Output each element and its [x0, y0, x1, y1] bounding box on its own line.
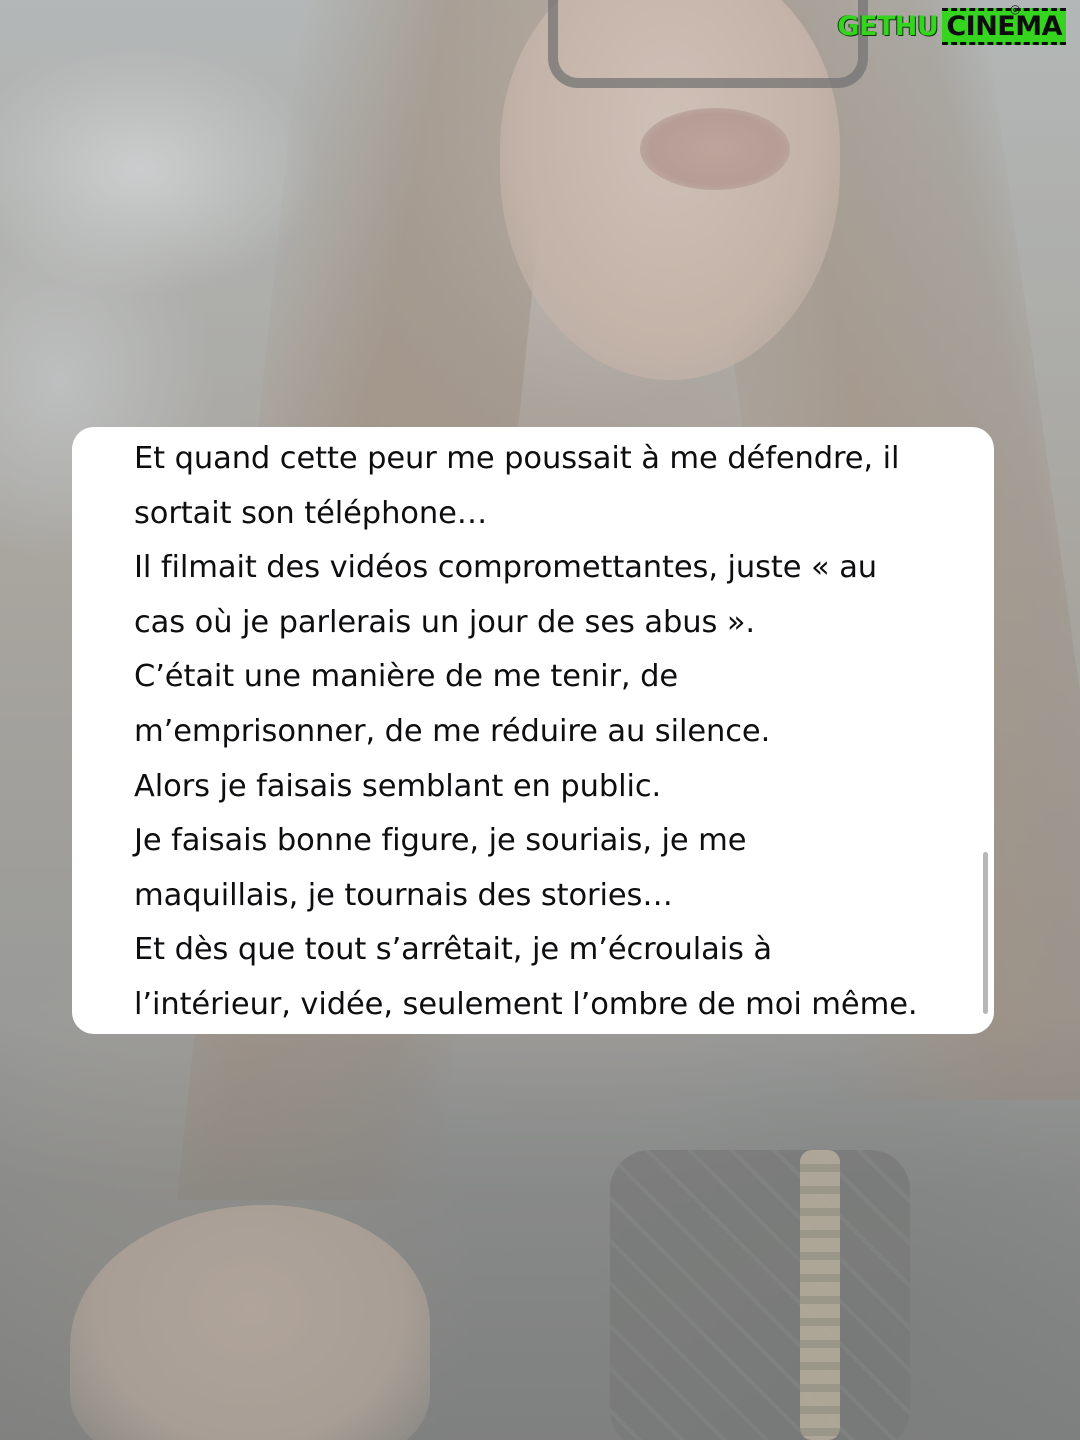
text-card[interactable]: Et quand cette peur me poussait à me déf…: [72, 427, 994, 1034]
watermark-text-gethu: GETHU: [837, 11, 939, 42]
text-line: Et dès que tout s’arrêtait, je m’écroula…: [134, 932, 773, 968]
watermark-text-cinema: CINEMA: [942, 8, 1066, 45]
watermark-logo: ◎ GETHU CINEMA: [837, 2, 1066, 45]
text-line: Je faisais bonne figure, je souriais, je…: [134, 823, 747, 859]
text-line: l’intérieur, vidée, seulement l’ombre de…: [134, 986, 918, 1022]
text-line: sortait son téléphone…: [134, 495, 488, 531]
text-line: m’emprisonner, de me réduire au silence.: [134, 713, 771, 749]
text-line: maquillais, je tournais des stories…: [134, 877, 673, 913]
camera-icon: ◎: [1010, 2, 1020, 16]
text-line: cas où je parlerais un jour de ses abus …: [134, 604, 756, 640]
text-line: Alors je faisais semblant en public.: [134, 768, 662, 804]
text-line: C’était une manière de me tenir, de: [134, 659, 679, 695]
scrollbar[interactable]: [983, 852, 988, 1014]
text-block: Et quand cette peur me poussait à me déf…: [134, 432, 994, 1033]
text-line: Il filmait des vidéos compromettantes, j…: [134, 550, 878, 586]
text-line: Et quand cette peur me poussait à me déf…: [134, 441, 900, 476]
